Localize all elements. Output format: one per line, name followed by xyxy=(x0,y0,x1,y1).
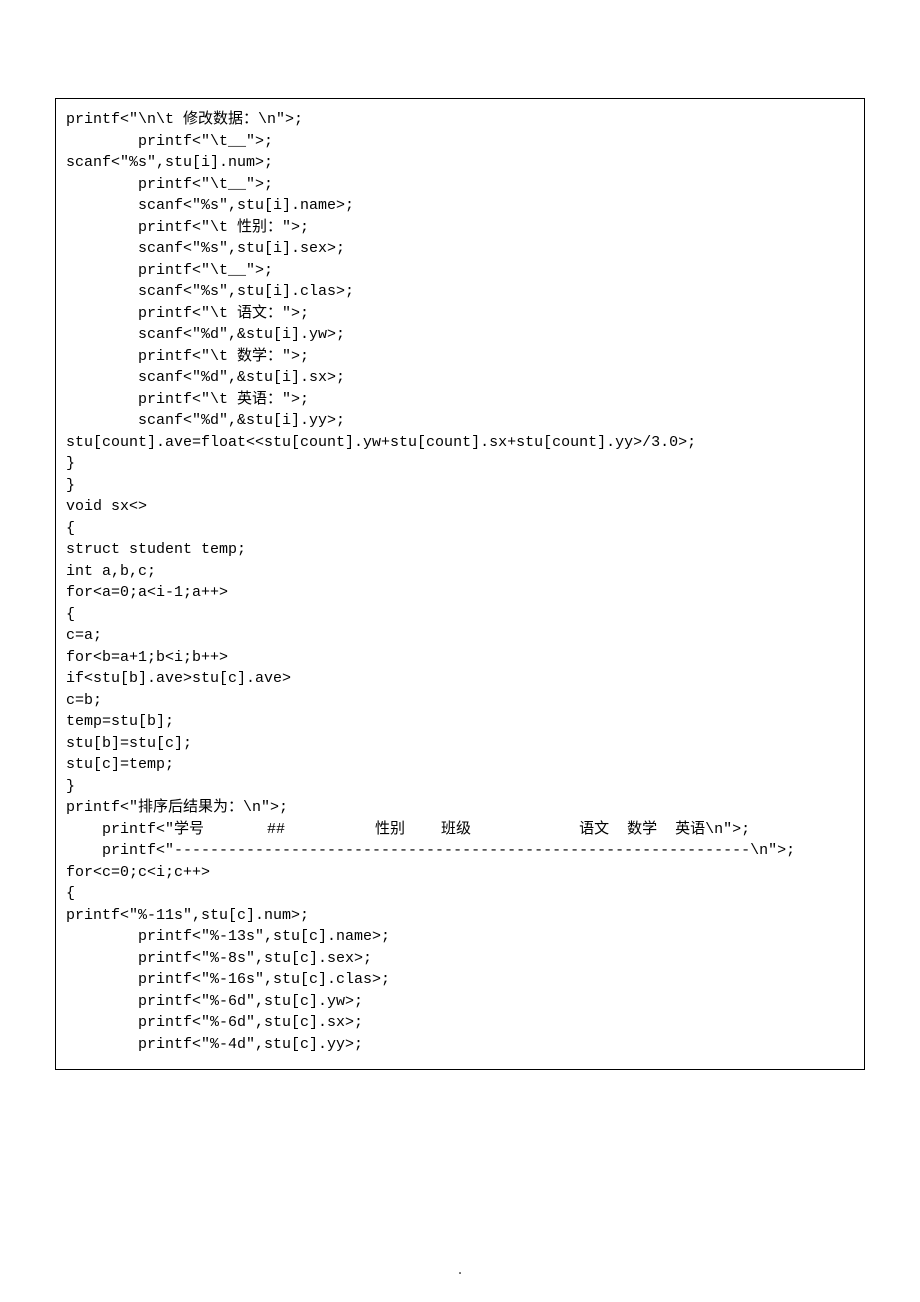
code-block: printf<"\n\t 修改数据：\n">; printf<"\t__">;s… xyxy=(55,98,865,1070)
code-line: } xyxy=(66,776,854,798)
code-line: stu[count].ave=float<<stu[count].yw+stu[… xyxy=(66,432,854,454)
code-line: printf<"\t 语文：">; xyxy=(66,303,854,325)
document-page: printf<"\n\t 修改数据：\n">; printf<"\t__">;s… xyxy=(0,0,920,1302)
code-line: if<stu[b].ave>stu[c].ave> xyxy=(66,668,854,690)
code-line: printf<"%-16s",stu[c].clas>; xyxy=(66,969,854,991)
code-line: printf<"\n\t 修改数据：\n">; xyxy=(66,109,854,131)
code-line: } xyxy=(66,453,854,475)
code-line: printf<"\t 性别：">; xyxy=(66,217,854,239)
code-line: printf<"%-13s",stu[c].name>; xyxy=(66,926,854,948)
code-line: printf<"\t__">; xyxy=(66,131,854,153)
code-line: printf<"%-4d",stu[c].yy>; xyxy=(66,1034,854,1056)
code-line: { xyxy=(66,883,854,905)
code-line: { xyxy=(66,604,854,626)
code-line: stu[c]=temp; xyxy=(66,754,854,776)
code-line: printf<"\t 英语：">; xyxy=(66,389,854,411)
code-line: void sx<> xyxy=(66,496,854,518)
code-line: printf<"%-11s",stu[c].num>; xyxy=(66,905,854,927)
code-line: printf<"\t__">; xyxy=(66,174,854,196)
code-line: printf<"%-8s",stu[c].sex>; xyxy=(66,948,854,970)
code-line: printf<"--------------------------------… xyxy=(66,840,854,862)
code-line: printf<"\t__">; xyxy=(66,260,854,282)
code-line: scanf<"%d",&stu[i].yy>; xyxy=(66,410,854,432)
code-line: printf<"\t 数学：">; xyxy=(66,346,854,368)
code-line: printf<"%-6d",stu[c].sx>; xyxy=(66,1012,854,1034)
code-line: scanf<"%d",&stu[i].sx>; xyxy=(66,367,854,389)
code-line: { xyxy=(66,518,854,540)
code-line: stu[b]=stu[c]; xyxy=(66,733,854,755)
code-line: for<b=a+1;b<i;b++> xyxy=(66,647,854,669)
code-line: scanf<"%d",&stu[i].yw>; xyxy=(66,324,854,346)
code-line: scanf<"%s",stu[i].name>; xyxy=(66,195,854,217)
code-line: } xyxy=(66,475,854,497)
code-line: struct student temp; xyxy=(66,539,854,561)
code-line: scanf<"%s",stu[i].clas>; xyxy=(66,281,854,303)
code-line: scanf<"%s",stu[i].sex>; xyxy=(66,238,854,260)
code-line: for<a=0;a<i-1;a++> xyxy=(66,582,854,604)
page-footer: . xyxy=(0,1263,920,1278)
code-line: int a,b,c; xyxy=(66,561,854,583)
code-line: for<c=0;c<i;c++> xyxy=(66,862,854,884)
code-line: temp=stu[b]; xyxy=(66,711,854,733)
code-line: scanf<"%s",stu[i].num>; xyxy=(66,152,854,174)
code-line: c=a; xyxy=(66,625,854,647)
code-line: printf<"排序后结果为：\n">; xyxy=(66,797,854,819)
code-line: printf<"学号 ## 性别 班级 语文 数学 英语\n">; xyxy=(66,819,854,841)
code-line: c=b; xyxy=(66,690,854,712)
code-line: printf<"%-6d",stu[c].yw>; xyxy=(66,991,854,1013)
